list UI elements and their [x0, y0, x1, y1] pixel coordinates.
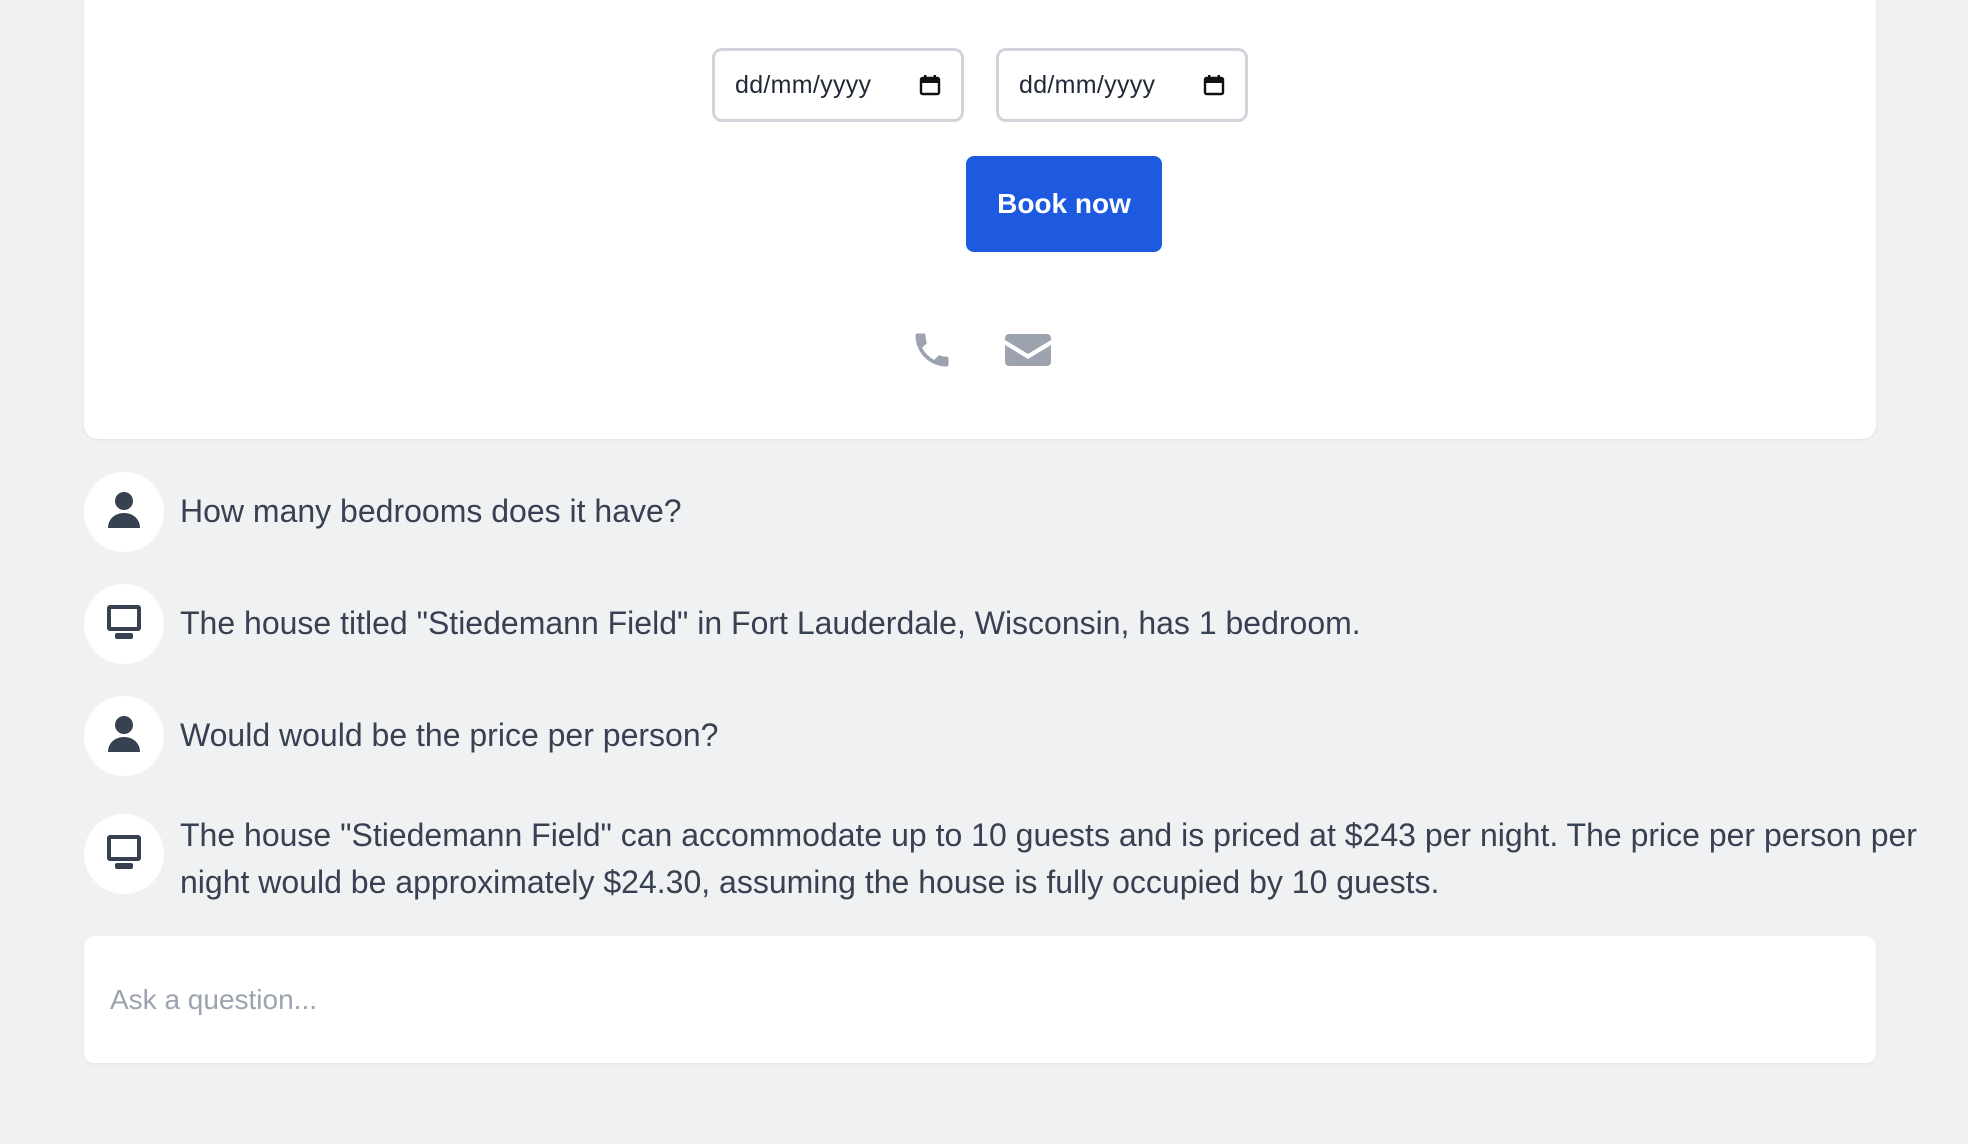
envelope-icon[interactable] [1004, 326, 1052, 374]
chat-message-user: Would would be the price per person? [84, 696, 1960, 776]
check-out-date-input[interactable]: dd/mm/yyyy [996, 48, 1248, 122]
message-text: The house titled "Stiedemann Field" in F… [180, 605, 1361, 641]
user-avatar [84, 696, 164, 776]
check-out-date-placeholder: dd/mm/yyyy [1019, 70, 1156, 99]
user-icon [106, 491, 142, 534]
check-in-date-placeholder: dd/mm/yyyy [735, 70, 872, 99]
user-avatar [84, 472, 164, 552]
assistant-avatar [84, 584, 164, 664]
calendar-icon[interactable] [919, 74, 941, 96]
check-in-date-input[interactable]: dd/mm/yyyy [712, 48, 964, 122]
question-input[interactable] [108, 982, 1852, 1017]
book-now-button[interactable]: Book now [966, 156, 1162, 252]
chat-message-user: How many bedrooms does it have? [84, 472, 1960, 552]
booking-card: dd/mm/yyyy dd/mm/yyyy Book now [84, 0, 1876, 439]
question-input-container [84, 936, 1876, 1063]
chat-message-assistant: The house titled "Stiedemann Field" in F… [84, 584, 1960, 664]
message-text: Would would be the price per person? [180, 717, 719, 753]
message-text: How many bedrooms does it have? [180, 493, 682, 529]
user-icon [106, 715, 142, 758]
assistant-avatar [84, 814, 164, 894]
computer-icon [105, 603, 143, 646]
calendar-icon[interactable] [1203, 74, 1225, 96]
computer-icon [105, 833, 143, 876]
message-text: The house "Stiedemann Field" can accommo… [180, 817, 1917, 900]
chat-message-assistant: The house "Stiedemann Field" can accommo… [84, 812, 1950, 906]
phone-icon[interactable] [908, 326, 956, 374]
